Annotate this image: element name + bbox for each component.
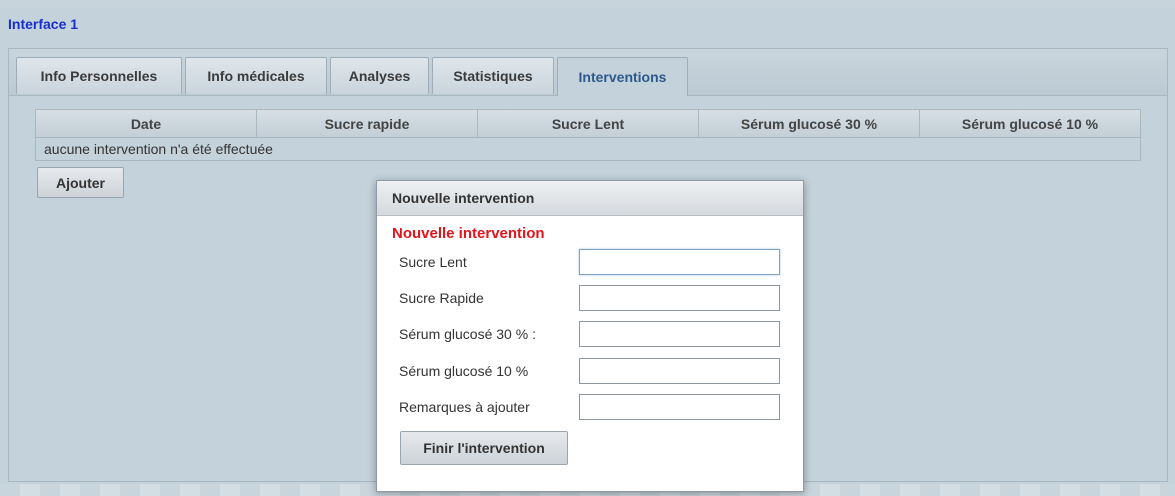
tab-bar: Info Personnelles Info médicales Analyse… xyxy=(9,49,1167,96)
dialog-heading: Nouvelle intervention xyxy=(392,225,545,242)
new-intervention-dialog: Nouvelle intervention Nouvelle intervent… xyxy=(376,180,804,492)
tab-info-personnelles[interactable]: Info Personnelles xyxy=(16,57,182,94)
serum-10-label: Sérum glucosé 10 % xyxy=(399,363,529,379)
empty-message: aucune intervention n'a été effectuée xyxy=(44,141,273,157)
sucre-rapide-label: Sucre Rapide xyxy=(399,290,484,306)
form-row-remarques: Remarques à ajouter xyxy=(399,394,785,422)
form-row-sucre-lent: Sucre Lent xyxy=(399,249,785,277)
serum-10-input[interactable] xyxy=(579,358,780,384)
interventions-table: Date Sucre rapide Sucre Lent Sérum gluco… xyxy=(35,109,1141,161)
serum-30-label: Sérum glucosé 30 % : xyxy=(399,326,536,342)
column-header-date[interactable]: Date xyxy=(36,110,257,137)
tab-info-medicales[interactable]: Info médicales xyxy=(185,57,327,94)
form-row-serum-10: Sérum glucosé 10 % xyxy=(399,358,785,386)
tab-interventions[interactable]: Interventions xyxy=(557,57,688,96)
column-header-sucre-rapide[interactable]: Sucre rapide xyxy=(257,110,478,137)
sucre-lent-label: Sucre Lent xyxy=(399,254,467,270)
tab-analyses[interactable]: Analyses xyxy=(330,57,429,94)
sucre-rapide-input[interactable] xyxy=(579,285,780,311)
page-header xyxy=(0,0,1175,8)
remarques-label: Remarques à ajouter xyxy=(399,399,530,415)
form-row-serum-30: Sérum glucosé 30 % : xyxy=(399,321,785,349)
column-header-serum-30[interactable]: Sérum glucosé 30 % xyxy=(699,110,920,137)
column-header-serum-10[interactable]: Sérum glucosé 10 % xyxy=(920,110,1140,137)
column-header-sucre-lent[interactable]: Sucre Lent xyxy=(478,110,699,137)
form-row-sucre-rapide: Sucre Rapide xyxy=(399,285,785,313)
sucre-lent-input[interactable] xyxy=(579,249,780,275)
dialog-title[interactable]: Nouvelle intervention xyxy=(377,181,803,216)
app-title[interactable]: Interface 1 xyxy=(8,16,78,32)
remarques-input[interactable] xyxy=(579,394,780,420)
table-header: Date Sucre rapide Sucre Lent Sérum gluco… xyxy=(36,110,1140,138)
tab-statistiques[interactable]: Statistiques xyxy=(432,57,554,94)
finish-intervention-button[interactable]: Finir l'intervention xyxy=(400,431,568,465)
serum-30-input[interactable] xyxy=(579,321,780,347)
add-button[interactable]: Ajouter xyxy=(37,167,124,198)
